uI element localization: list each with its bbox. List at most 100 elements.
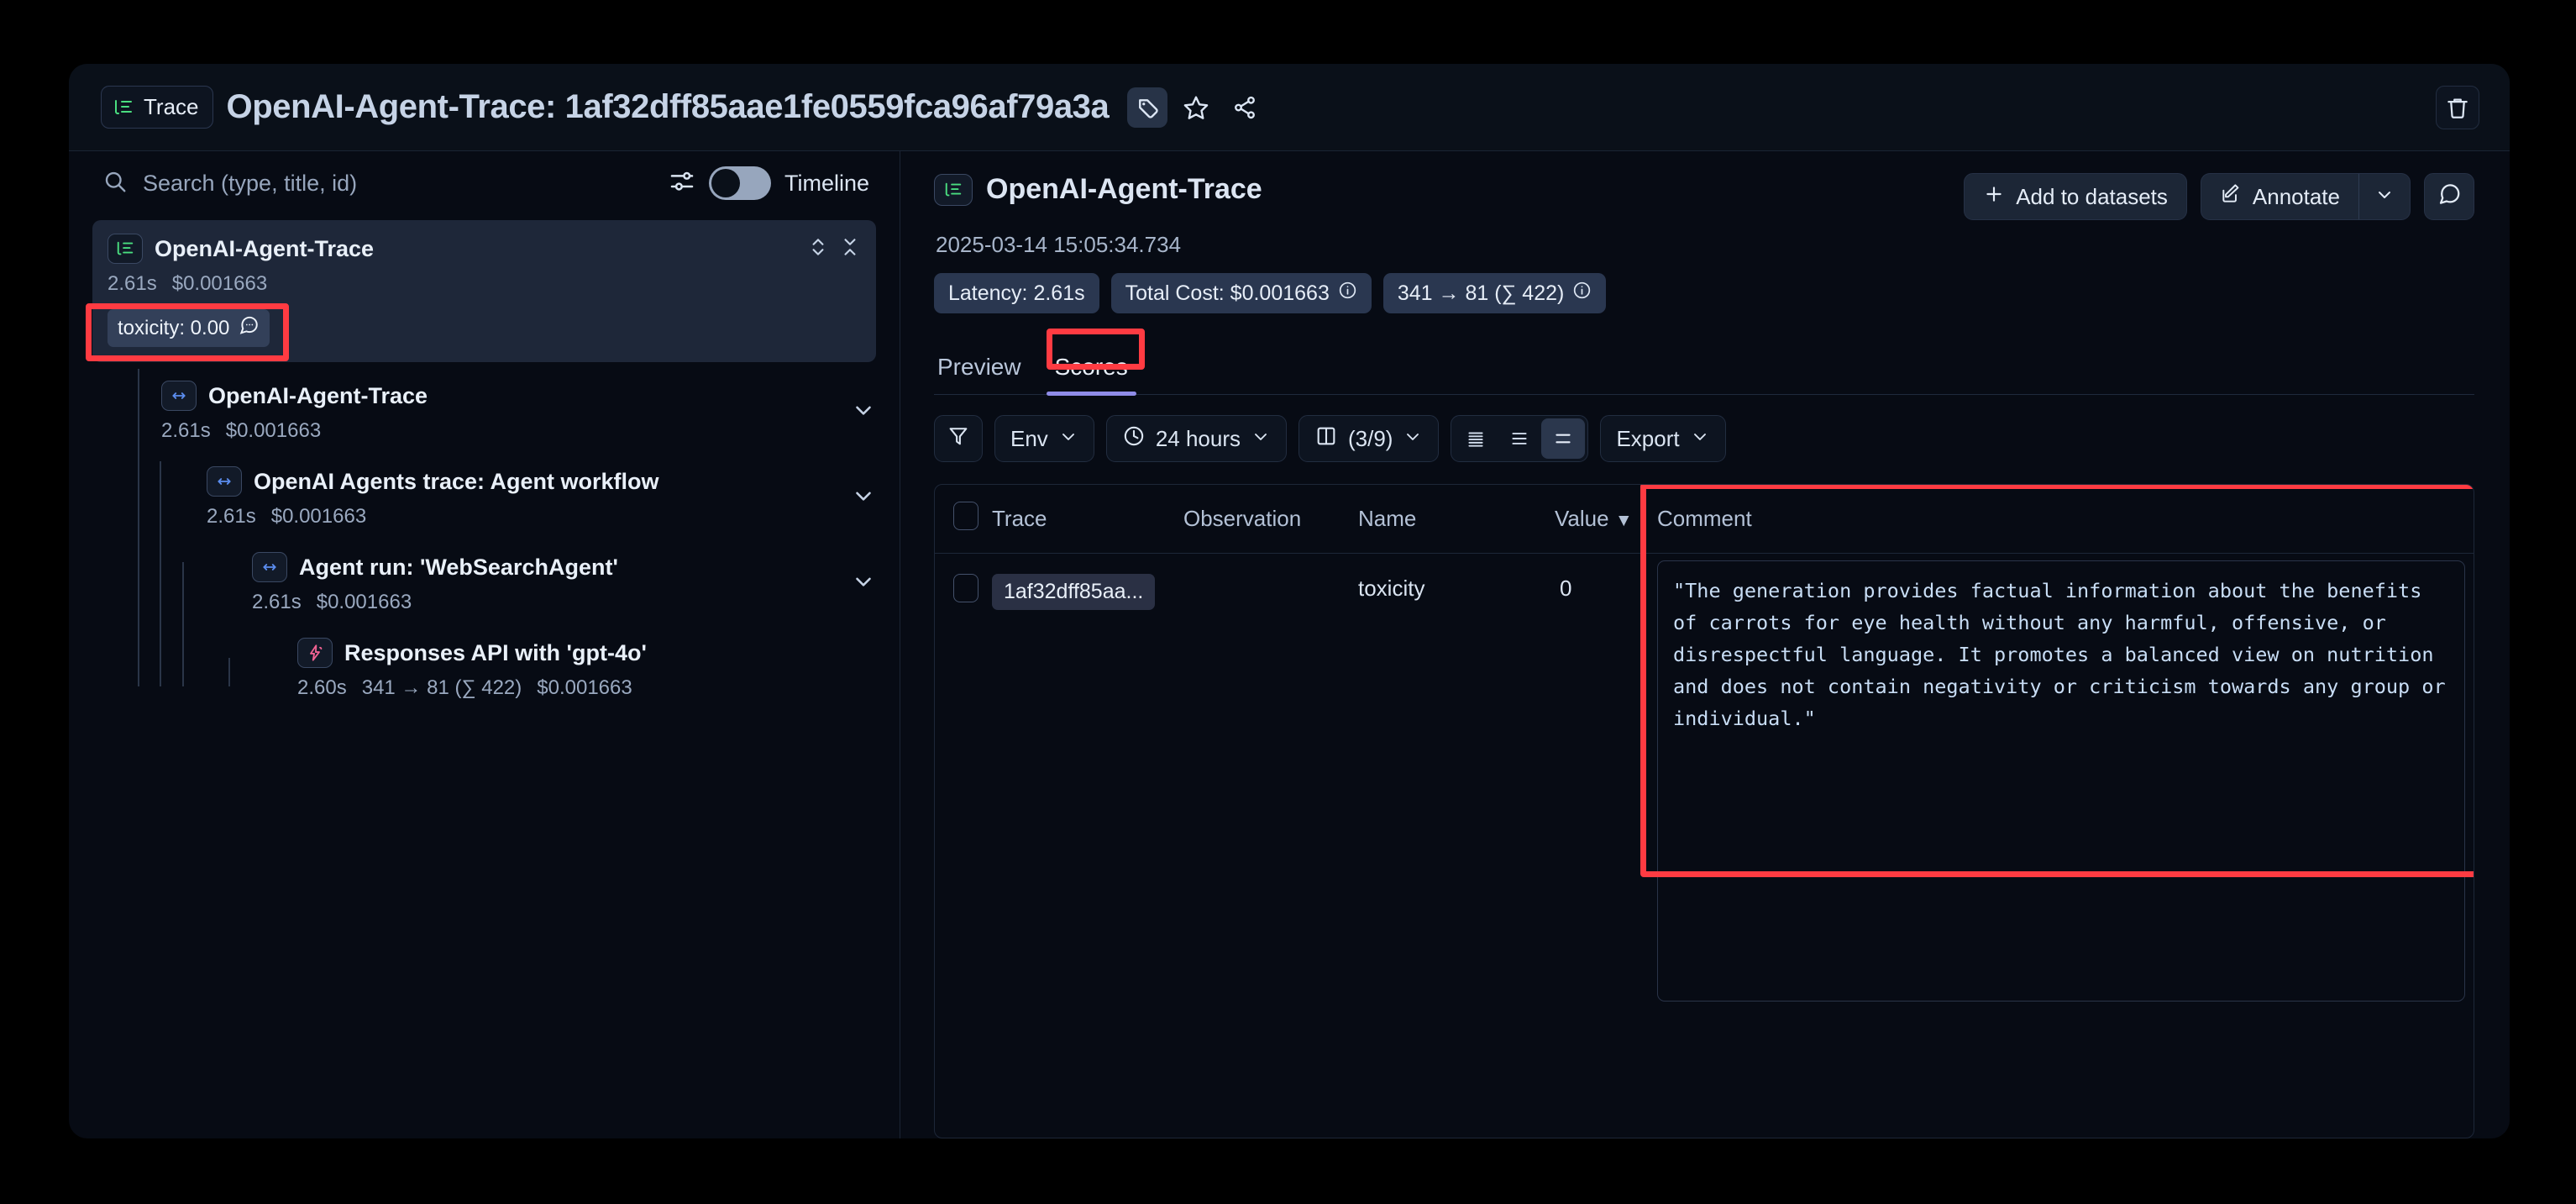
- env-filter-button[interactable]: Env: [994, 415, 1094, 462]
- tree-node-header: OpenAI Agents trace: Agent workflow: [207, 466, 851, 497]
- filter-button[interactable]: [934, 415, 983, 462]
- node-cost: $0.001663: [271, 505, 366, 528]
- select-all-checkbox[interactable]: [953, 502, 978, 530]
- tree-node[interactable]: OpenAI Agents trace: Agent workflow 2.61…: [69, 455, 900, 540]
- annotate-label: Annotate: [2253, 184, 2340, 210]
- chevron-down-icon: [1403, 426, 1423, 452]
- columns-icon: [1314, 424, 1338, 454]
- sidebar-search-row: Timeline: [69, 151, 900, 215]
- tree-node[interactable]: Responses API with 'gpt-4o' 2.60s 341 → …: [69, 626, 900, 712]
- column-header-name[interactable]: Name: [1358, 485, 1555, 554]
- main-body: Timeline OpenAI-Agent-Trace: [69, 151, 2510, 1138]
- tab-scores[interactable]: Scores: [1041, 347, 1141, 394]
- annotate-dropdown-button[interactable]: [2358, 173, 2411, 220]
- row-checkbox[interactable]: [953, 574, 978, 602]
- trace-tree-sidebar: Timeline OpenAI-Agent-Trace: [69, 151, 900, 1138]
- star-icon[interactable]: [1176, 87, 1216, 128]
- tree-node[interactable]: OpenAI-Agent-Trace 2.61s $0.001663: [69, 369, 900, 455]
- tree-node-body: Responses API with 'gpt-4o' 2.60s 341 → …: [297, 638, 876, 700]
- tree-node-meta: 2.61s $0.001663: [108, 272, 861, 296]
- rows-normal-icon[interactable]: [1498, 418, 1541, 459]
- sliders-icon[interactable]: [669, 168, 695, 199]
- time-range-label: 24 hours: [1156, 426, 1241, 452]
- columns-count-label: (3/9): [1348, 426, 1393, 452]
- latency-badge-label: Latency: 2.61s: [948, 281, 1085, 306]
- tree-node-title: OpenAI Agents trace: Agent workflow: [254, 469, 659, 495]
- tokens-badge: 341 → 81 (∑ 422): [1383, 273, 1607, 313]
- clock-icon: [1122, 424, 1146, 454]
- tree-node[interactable]: Agent run: 'WebSearchAgent' 2.61s $0.001…: [69, 540, 900, 626]
- funnel-icon: [947, 424, 970, 454]
- tree-node-meta: 2.61s $0.001663: [161, 419, 851, 443]
- tree-node-title: OpenAI-Agent-Trace: [155, 236, 374, 262]
- observation-tree: OpenAI-Agent-Trace: [69, 215, 900, 1138]
- metric-badges: Latency: 2.61s Total Cost: $0.001663 341…: [900, 258, 2510, 313]
- expand-vertical-icon[interactable]: [807, 236, 829, 262]
- rows-tall-icon[interactable]: [1541, 418, 1585, 459]
- node-cost: $0.001663: [226, 419, 321, 443]
- title-icon-group: [1127, 87, 1265, 128]
- table-head: Trace Observation Name Value ▼ Comment: [935, 485, 2474, 554]
- score-badge-label: toxicity: 0.00: [118, 317, 229, 340]
- table-body: 1af32dff85aa... toxicity 0 "The generati…: [935, 554, 2474, 1011]
- trace-timestamp: 2025-03-14 15:05:34.734: [900, 220, 2510, 258]
- node-latency: 2.61s: [207, 505, 256, 528]
- row-density-group: [1451, 415, 1588, 462]
- tree-node-selected[interactable]: OpenAI-Agent-Trace: [92, 220, 876, 362]
- time-range-button[interactable]: 24 hours: [1106, 415, 1287, 462]
- annotate-button[interactable]: Annotate: [2201, 173, 2358, 220]
- search-input[interactable]: [143, 171, 655, 197]
- rows-compact-icon[interactable]: [1454, 418, 1498, 459]
- chevron-down-icon: [1058, 426, 1078, 452]
- info-icon[interactable]: [1572, 281, 1592, 306]
- tree-node-controls: [807, 236, 861, 262]
- table-header-row: Trace Observation Name Value ▼ Comment: [935, 485, 2474, 554]
- tree-node-title: Agent run: 'WebSearchAgent': [299, 555, 618, 581]
- trash-icon[interactable]: [2436, 86, 2479, 129]
- chevron-down-icon[interactable]: [851, 569, 876, 598]
- detail-actions: Add to datasets Annotate: [1964, 173, 2474, 220]
- collapse-vertical-icon[interactable]: [839, 236, 861, 262]
- scores-table: Trace Observation Name Value ▼ Comment: [934, 484, 2474, 1138]
- table-row[interactable]: 1af32dff85aa... toxicity 0 "The generati…: [935, 554, 2474, 1011]
- page-title: OpenAI-Agent-Trace: 1af32dff85aae1fe0559…: [227, 88, 1110, 126]
- comment-text: "The generation provides factual informa…: [1657, 560, 2465, 1002]
- column-header-trace[interactable]: Trace: [992, 485, 1183, 554]
- timeline-toggle[interactable]: [709, 166, 771, 200]
- node-cost: $0.001663: [172, 272, 267, 296]
- search-field-wrap[interactable]: [102, 169, 655, 198]
- tab-preview[interactable]: Preview: [934, 347, 1035, 394]
- chevron-down-icon: [2374, 184, 2395, 210]
- comment-button[interactable]: [2424, 173, 2474, 220]
- annotate-split-button: Annotate: [2201, 173, 2411, 220]
- column-header-comment[interactable]: Comment: [1657, 485, 2474, 554]
- column-header-value[interactable]: Value ▼: [1555, 485, 1657, 554]
- row-select-cell: [935, 554, 992, 1011]
- toggle-knob: [711, 169, 740, 197]
- span-arrow-icon: [252, 552, 287, 582]
- chevron-down-icon[interactable]: [851, 397, 876, 427]
- add-to-datasets-button[interactable]: Add to datasets: [1964, 173, 2187, 220]
- node-cost: $0.001663: [537, 676, 632, 700]
- tag-icon[interactable]: [1127, 87, 1167, 128]
- chevron-down-icon[interactable]: [851, 483, 876, 513]
- export-label: Export: [1616, 426, 1679, 452]
- column-header-observation[interactable]: Observation: [1183, 485, 1358, 554]
- tree-node-header: OpenAI-Agent-Trace: [161, 381, 851, 411]
- detail-panel: OpenAI-Agent-Trace Add to datasets: [900, 151, 2510, 1138]
- span-arrow-icon: [207, 466, 242, 497]
- app-window: Trace OpenAI-Agent-Trace: 1af32dff85aae1…: [69, 64, 2510, 1138]
- columns-button[interactable]: (3/9): [1298, 415, 1439, 462]
- add-to-datasets-label: Add to datasets: [2016, 184, 2168, 210]
- info-icon[interactable]: [1338, 281, 1357, 306]
- select-all-header: [935, 485, 992, 554]
- trace-id-chip[interactable]: 1af32dff85aa...: [992, 574, 1155, 610]
- cost-badge-label: Total Cost: $0.001663: [1125, 281, 1330, 306]
- node-cost: $0.001663: [317, 591, 412, 614]
- export-button[interactable]: Export: [1600, 415, 1725, 462]
- share-icon[interactable]: [1225, 87, 1265, 128]
- toxicity-score-badge[interactable]: toxicity: 0.00: [108, 309, 270, 347]
- tree-node-title: Responses API with 'gpt-4o': [344, 640, 647, 666]
- tree-node-header: Responses API with 'gpt-4o': [297, 638, 876, 668]
- tree-node-meta: 2.60s 341 → 81 (∑ 422) $0.001663: [297, 676, 876, 700]
